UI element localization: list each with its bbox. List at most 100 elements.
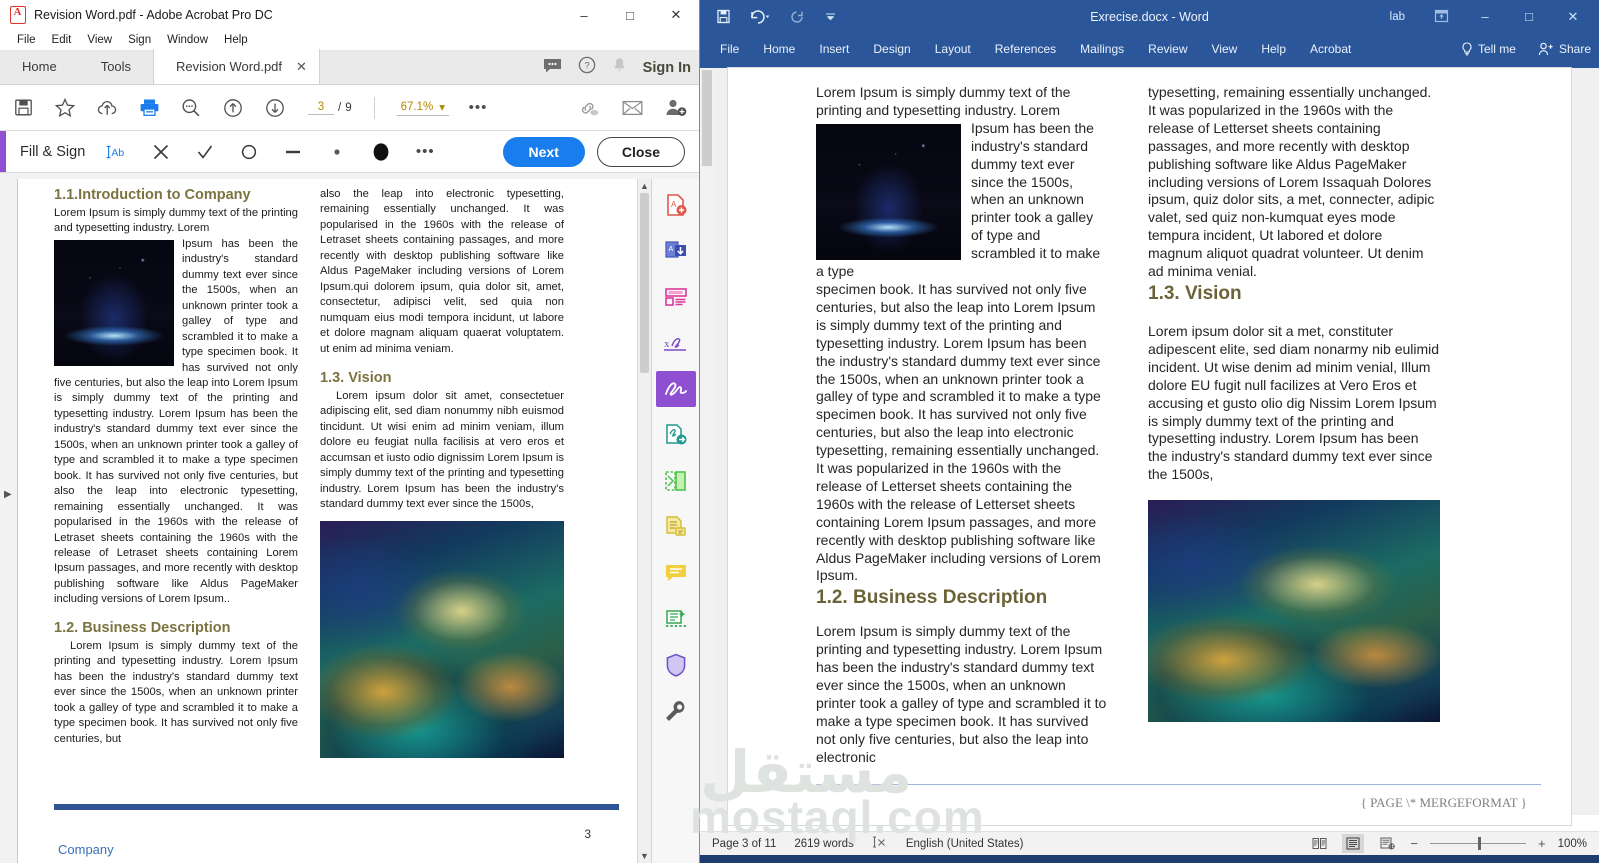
notification-bell-icon[interactable] — [612, 57, 627, 79]
tab-close-icon[interactable]: ✕ — [296, 59, 307, 75]
ribbon-tab-view[interactable]: View — [1200, 37, 1250, 61]
close-icon[interactable]: ✕ — [653, 0, 699, 30]
maximize-icon[interactable]: □ — [607, 0, 653, 30]
zoom-percentage[interactable]: 100% — [1558, 838, 1587, 850]
ribbon-tab-home[interactable]: Home — [751, 37, 807, 61]
menu-item-view[interactable]: View — [80, 33, 119, 47]
print-layout-icon[interactable] — [1342, 834, 1365, 853]
redo-icon[interactable] — [788, 8, 806, 26]
more-options-icon[interactable]: ••• — [413, 140, 437, 164]
word-left-scroll-strip[interactable] — [700, 68, 714, 815]
zoom-control[interactable]: 67.1% ▾ — [396, 100, 449, 116]
print-icon[interactable] — [136, 95, 162, 121]
menu-item-help[interactable]: Help — [217, 33, 255, 47]
star-icon[interactable] — [52, 95, 78, 121]
next-button[interactable]: Next — [502, 136, 585, 167]
previous-page-icon[interactable] — [220, 95, 246, 121]
customize-qat-icon[interactable] — [821, 8, 839, 26]
user-account-label[interactable]: lab — [1390, 11, 1405, 23]
word-page[interactable]: Lorem Ipsum is simply dummy text of the … — [728, 68, 1571, 825]
acrobat-header-actions: ? Sign In — [543, 56, 691, 79]
word-footer-page-field[interactable]: { PAGE \* MERGEFORMAT } — [1361, 795, 1527, 811]
add-person-icon[interactable] — [663, 95, 689, 121]
comment-icon[interactable] — [543, 58, 562, 78]
help-icon[interactable]: ? — [578, 56, 596, 79]
tell-me-button[interactable]: Tell me — [1461, 42, 1516, 56]
read-mode-icon[interactable] — [1308, 834, 1330, 853]
comment-icon[interactable] — [656, 555, 696, 591]
compare-files-icon[interactable] — [656, 463, 696, 499]
organize-pages-icon[interactable] — [656, 509, 696, 545]
ribbon-tab-help[interactable]: Help — [1249, 37, 1298, 61]
send-for-signature-icon[interactable] — [656, 417, 696, 453]
word-scrollbar-thumb[interactable] — [702, 70, 712, 166]
zoom-in-button[interactable]: + — [1538, 836, 1546, 851]
more-tools-icon[interactable]: ••• — [465, 95, 491, 121]
menu-item-sign[interactable]: Sign — [121, 33, 158, 47]
edit-pdf-icon[interactable] — [656, 279, 696, 315]
ribbon-tab-file[interactable]: File — [708, 37, 751, 61]
zoom-search-icon[interactable] — [178, 95, 204, 121]
cross-mark-icon[interactable] — [149, 140, 173, 164]
tab-document[interactable]: Revision Word.pdf ✕ — [153, 49, 320, 84]
scan-ocr-icon[interactable] — [656, 601, 696, 637]
redact-icon[interactable]: x — [656, 325, 696, 361]
proofing-errors-icon[interactable] — [872, 835, 888, 852]
minimize-icon[interactable]: – — [561, 0, 607, 30]
ribbon-tab-references[interactable]: References — [983, 37, 1068, 61]
pdf-vertical-scrollbar[interactable]: ▲ ▼ — [637, 179, 651, 863]
ribbon-tab-layout[interactable]: Layout — [923, 37, 983, 61]
line-icon[interactable] — [281, 140, 305, 164]
share-button[interactable]: Share — [1538, 42, 1591, 56]
ribbon-tab-acrobat[interactable]: Acrobat — [1298, 37, 1363, 61]
zoom-slider[interactable] — [1429, 836, 1526, 850]
minimize-icon[interactable]: – — [1463, 0, 1507, 33]
link-icon[interactable] — [575, 95, 601, 121]
upload-cloud-icon[interactable] — [94, 95, 120, 121]
ribbon-tab-design[interactable]: Design — [861, 37, 922, 61]
export-pdf-icon[interactable]: A — [656, 233, 696, 269]
create-pdf-icon[interactable]: A — [656, 187, 696, 223]
zoom-out-button[interactable]: − — [1410, 836, 1418, 851]
next-page-icon[interactable] — [262, 95, 288, 121]
save-icon[interactable] — [10, 95, 36, 121]
tools-wrench-icon[interactable] — [656, 693, 696, 729]
email-icon[interactable] — [619, 95, 645, 121]
scroll-down-icon[interactable]: ▼ — [638, 849, 651, 863]
menu-item-window[interactable]: Window — [160, 33, 215, 47]
text-field-icon[interactable]: Ab — [105, 140, 129, 164]
status-word-count[interactable]: 2619 words — [794, 838, 853, 850]
filled-dot-icon[interactable] — [369, 140, 393, 164]
ribbon-tab-review[interactable]: Review — [1136, 37, 1199, 61]
check-mark-icon[interactable] — [193, 140, 217, 164]
status-language[interactable]: English (United States) — [906, 838, 1024, 850]
maximize-icon[interactable]: □ — [1507, 0, 1551, 33]
small-dot-icon[interactable] — [325, 140, 349, 164]
navigation-pane-strip[interactable]: ▶ — [0, 179, 18, 863]
status-page-indicator[interactable]: Page 3 of 11 — [712, 838, 776, 850]
menu-item-edit[interactable]: Edit — [45, 33, 79, 47]
zoom-slider-thumb[interactable] — [1477, 836, 1482, 850]
scrollbar-thumb[interactable] — [640, 193, 649, 373]
menu-item-file[interactable]: File — [10, 33, 43, 47]
ribbon-tab-insert[interactable]: Insert — [807, 37, 861, 61]
save-icon[interactable] — [714, 8, 732, 26]
undo-icon[interactable] — [747, 8, 773, 26]
ribbon-display-options-icon[interactable] — [1419, 0, 1463, 33]
close-button[interactable]: Close — [596, 136, 685, 167]
protect-icon[interactable] — [656, 647, 696, 683]
chevron-down-icon[interactable]: ▾ — [439, 100, 445, 114]
circle-icon[interactable] — [237, 140, 261, 164]
word-document-area[interactable]: Lorem Ipsum is simply dummy text of the … — [700, 68, 1599, 825]
close-icon[interactable]: ✕ — [1551, 0, 1595, 33]
fill-sign-icon[interactable] — [655, 371, 696, 407]
scroll-up-icon[interactable]: ▲ — [638, 179, 651, 193]
expand-pane-icon[interactable]: ▶ — [4, 489, 12, 500]
pdf-page-viewport[interactable]: 1.1.Introduction to Company Lorem Ipsum … — [18, 179, 637, 863]
web-layout-icon[interactable] — [1376, 834, 1398, 853]
current-page-input[interactable]: 3 — [308, 101, 334, 115]
tab-home[interactable]: Home — [0, 49, 79, 84]
ribbon-tab-mailings[interactable]: Mailings — [1068, 37, 1136, 61]
sign-in-button[interactable]: Sign In — [643, 60, 691, 76]
tab-tools[interactable]: Tools — [79, 49, 153, 84]
